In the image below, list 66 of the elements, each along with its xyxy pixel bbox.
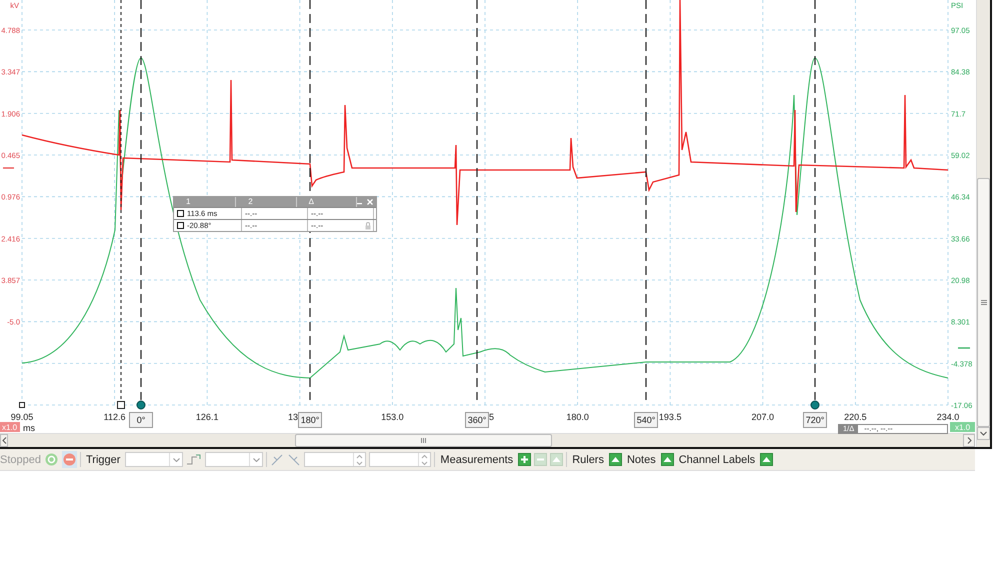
toolbar-label: Rulers (571, 454, 605, 466)
toolbar-label: Trigger (84, 454, 122, 466)
ruler-handle[interactable] (136, 400, 146, 410)
channel-offset-marker[interactable] (958, 347, 970, 349)
spin-arrows-icon (356, 454, 364, 466)
ruler-line[interactable] (814, 0, 816, 400)
lock-icon[interactable] (365, 222, 371, 230)
caret-icon (966, 437, 972, 444)
ruler-line[interactable] (120, 0, 122, 400)
dropdown[interactable] (125, 452, 184, 467)
axis-tick-label: 234.0 (936, 412, 960, 422)
axis-tick-label: 112.6 (104, 412, 126, 422)
toolbar-label: Channel Labels (678, 454, 756, 466)
scrollbar-thumb[interactable] (295, 434, 552, 447)
horizontal-scrollbar[interactable] (0, 433, 976, 447)
ruler-handle[interactable] (810, 400, 820, 410)
spin-field[interactable] (304, 452, 366, 467)
toolbar-label: Measurements (439, 454, 514, 466)
ruler-label[interactable]: 180° (298, 412, 322, 428)
plus-icon (519, 454, 530, 465)
caret-icon (980, 431, 987, 436)
axis-tick-label: 5 (489, 412, 494, 422)
scrollbar-thumb[interactable] (977, 178, 990, 427)
axis-tick-label: 99.05 (10, 412, 34, 422)
vertical-scrollbar[interactable] (976, 0, 990, 447)
ruler-label[interactable]: 0° (129, 412, 153, 428)
start-button[interactable] (44, 451, 59, 468)
axis-tick-label: 207.0 (752, 412, 774, 422)
status-text: Stopped (0, 454, 41, 466)
up-button[interactable] (760, 453, 774, 466)
channel-offset-marker[interactable] (3, 167, 14, 169)
spin-field[interactable] (369, 452, 432, 467)
caret-icon (252, 458, 260, 462)
grip-icon (421, 438, 426, 443)
grip-icon (980, 300, 986, 305)
ruler-handle[interactable] (117, 401, 125, 409)
ruler-line[interactable] (309, 0, 311, 400)
ruler-line[interactable] (140, 0, 142, 400)
close-icon[interactable] (367, 199, 373, 205)
up-button[interactable] (608, 453, 622, 466)
add-button[interactable] (518, 453, 532, 466)
stop-button[interactable] (62, 451, 77, 468)
ruler-label[interactable]: 720° (803, 412, 827, 428)
spin-arrows-icon (421, 454, 428, 466)
up-button[interactable] (660, 453, 674, 466)
axis-tick-label: 180.0 (566, 412, 589, 422)
ruler-checkbox[interactable] (177, 210, 184, 217)
scroll-right-button[interactable] (963, 434, 976, 447)
caret-icon (172, 458, 180, 462)
ruler-label[interactable]: 540° (634, 412, 658, 428)
scroll-down-button[interactable] (977, 427, 990, 440)
axis-tick-label: 126.1 (196, 412, 218, 422)
ruler-checkbox[interactable] (177, 222, 184, 229)
axis-tick-label: 193.5 (658, 412, 682, 422)
ruler-label[interactable]: 360° (465, 412, 489, 428)
caret-icon (2, 437, 6, 444)
scroll-left-button[interactable] (0, 434, 8, 447)
ruler-line[interactable] (645, 0, 647, 400)
dropdown[interactable] (205, 452, 264, 467)
ruler-handle[interactable] (19, 402, 25, 408)
axis-tick-label: 220.5 (844, 412, 867, 422)
ruler-line[interactable] (476, 0, 478, 400)
axis-unit-label: ms (23, 423, 35, 433)
axis-tick-label: 153.0 (381, 412, 404, 422)
axis-tick-label: 13 (288, 412, 298, 422)
toolbar-label: Notes (626, 454, 657, 466)
